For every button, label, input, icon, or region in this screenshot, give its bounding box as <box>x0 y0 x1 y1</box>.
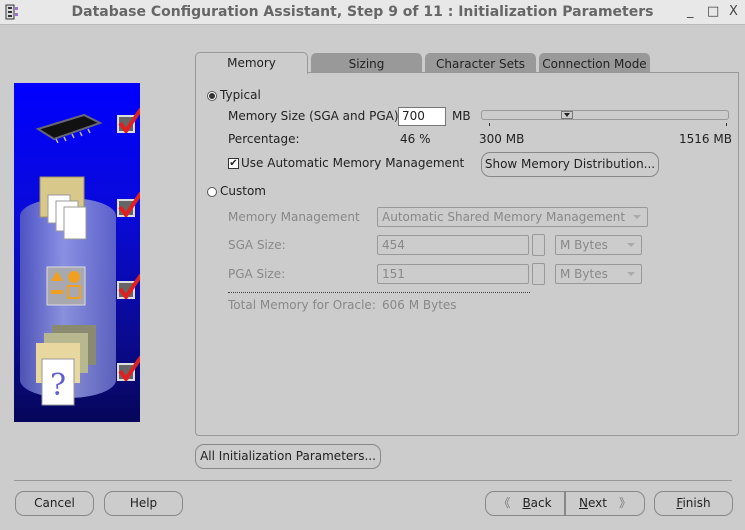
pga-unit-select[interactable]: M Bytes <box>555 264 642 284</box>
step-4-checkmark <box>117 355 140 381</box>
folder-help-icon: ? <box>36 325 96 406</box>
slider-max-label: 1516 MB <box>679 132 732 146</box>
slider-max-tick <box>726 123 727 126</box>
finish-button[interactable]: Finish <box>654 491 733 516</box>
close-button[interactable]: X <box>729 4 738 19</box>
wizard-steps-illustration: ? <box>14 83 140 422</box>
all-initialization-parameters-button[interactable]: All Initialization Parameters... <box>195 444 381 469</box>
memory-panel: Typical Memory Size (SGA and PGA): 700 M… <box>195 72 739 436</box>
sga-unit-select[interactable]: M Bytes <box>555 235 642 255</box>
pga-size-label: PGA Size: <box>228 267 286 281</box>
pga-size-input[interactable]: 151 <box>377 264 529 284</box>
memory-size-label: Memory Size (SGA and PGA): <box>228 109 403 123</box>
typical-label: Typical <box>220 88 261 102</box>
pga-size-spinner[interactable] <box>532 263 545 285</box>
sga-size-label: SGA Size: <box>228 238 286 252</box>
typical-radio[interactable] <box>207 91 217 101</box>
tab-memory[interactable]: Memory <box>195 52 308 74</box>
total-memory-value: 606 M Bytes <box>382 298 457 312</box>
step-3-checkmark <box>117 273 140 299</box>
percentage-label: Percentage: <box>228 132 300 146</box>
tab-character-sets[interactable]: Character Sets <box>425 53 536 73</box>
help-button[interactable]: Help <box>104 491 183 516</box>
show-memory-distribution-button[interactable]: Show Memory Distribution... <box>481 152 659 177</box>
dotted-separator <box>228 292 530 293</box>
minimize-button[interactable]: _ <box>687 4 694 19</box>
shapes-icon <box>46 266 86 306</box>
chevron-down-icon <box>633 215 641 219</box>
slider-min-label: 300 MB <box>479 132 525 146</box>
memory-management-label: Memory Management <box>228 210 360 224</box>
memory-slider-track[interactable] <box>481 110 729 120</box>
tab-connection-mode[interactable]: Connection Mode <box>539 53 650 73</box>
chevron-down-icon <box>627 243 635 247</box>
percentage-value: 46 % <box>400 132 431 146</box>
memory-slider-thumb[interactable] <box>560 111 573 119</box>
window-title: Database Configuration Assistant, Step 9… <box>71 4 654 20</box>
chevron-down-icon <box>627 272 635 276</box>
next-button[interactable]: Next 》 <box>565 491 645 516</box>
chevron-left-icon: 《 <box>498 496 511 510</box>
sga-unit-value: M Bytes <box>560 238 608 252</box>
custom-radio[interactable] <box>207 187 217 197</box>
cancel-button[interactable]: Cancel <box>15 491 94 516</box>
amm-label: Use Automatic Memory Management <box>241 156 465 170</box>
tab-sizing[interactable]: Sizing <box>311 53 422 73</box>
step-2-checkmark <box>117 191 140 217</box>
sga-size-input[interactable]: 454 <box>377 235 529 255</box>
step-1-checkmark <box>117 107 140 133</box>
title-bar: Database Configuration Assistant, Step 9… <box>0 0 745 25</box>
memory-management-select[interactable]: Automatic Shared Memory Management <box>377 207 648 227</box>
total-memory-label: Total Memory for Oracle: <box>228 298 376 312</box>
maximize-button[interactable]: □ <box>707 4 719 19</box>
memory-chip-icon <box>35 113 103 143</box>
folder-documents-icon <box>39 176 87 240</box>
memory-management-value: Automatic Shared Memory Management <box>382 210 626 224</box>
memory-size-input[interactable]: 700 <box>398 107 446 126</box>
svg-text:?: ? <box>50 368 66 403</box>
memory-size-unit: MB <box>452 109 471 123</box>
sga-size-spinner[interactable] <box>532 234 545 256</box>
footer-divider <box>14 480 732 481</box>
back-button[interactable]: 《 Back <box>485 491 565 516</box>
chevron-right-icon: 》 <box>618 496 631 510</box>
slider-min-tick <box>489 123 490 126</box>
amm-checkbox[interactable]: ✔ <box>228 158 239 169</box>
custom-label: Custom <box>220 184 266 198</box>
pga-unit-value: M Bytes <box>560 267 608 281</box>
